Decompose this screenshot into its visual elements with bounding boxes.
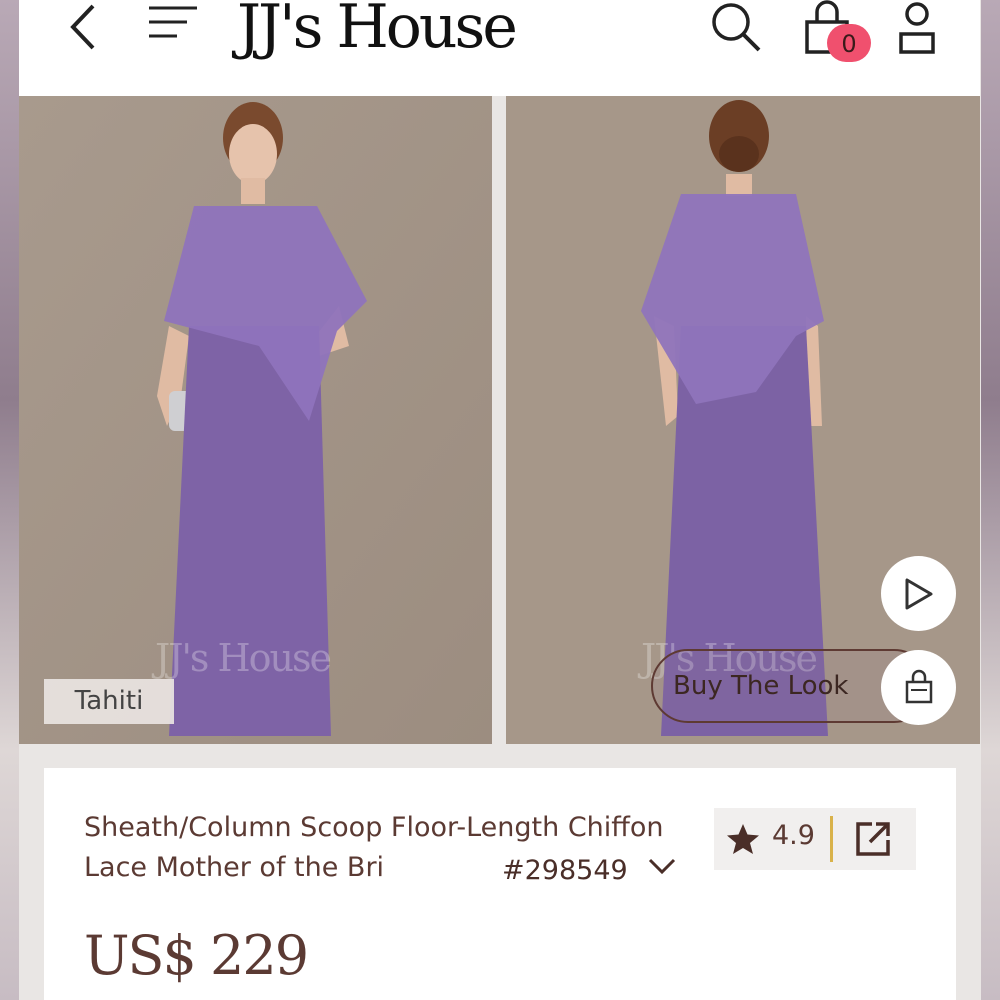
product-price: US$ 229 [84,924,309,987]
back-arrow-icon[interactable] [63,2,103,52]
product-photo-back[interactable]: JJ's House [506,96,980,744]
play-icon [905,578,933,610]
shopping-bag-small-icon [905,669,933,704]
shop-the-look-button[interactable] [881,650,956,725]
divider [830,816,833,862]
cart-count-badge: 0 [827,24,871,62]
menu-icon[interactable] [145,2,201,42]
rating-value[interactable]: 4.9 [772,820,815,851]
play-video-button[interactable] [881,556,956,631]
chevron-down-icon[interactable] [646,854,678,878]
product-image-gallery[interactable]: JJ's House Tahiti JJ's House Buy The Loo… [19,96,980,744]
color-name-tag: Tahiti [44,679,174,724]
right-blur-strip [981,0,1000,1000]
left-blur-strip [0,0,19,1000]
rating-share-box: 4.9 [714,808,916,870]
watermark-text: JJ's House [155,636,332,680]
star-icon [727,824,759,854]
product-info-card: Sheath/Column Scoop Floor-Length Chiffon… [44,768,956,1000]
search-icon[interactable] [707,0,763,56]
buy-the-look-label: Buy The Look [673,671,849,701]
user-icon[interactable] [895,0,939,56]
site-logo[interactable]: JJ's House [237,0,518,62]
top-nav-bar: JJ's House 0 [19,0,980,96]
product-photo-front[interactable]: JJ's House Tahiti [19,96,492,744]
product-sku: #298549 [500,848,628,894]
